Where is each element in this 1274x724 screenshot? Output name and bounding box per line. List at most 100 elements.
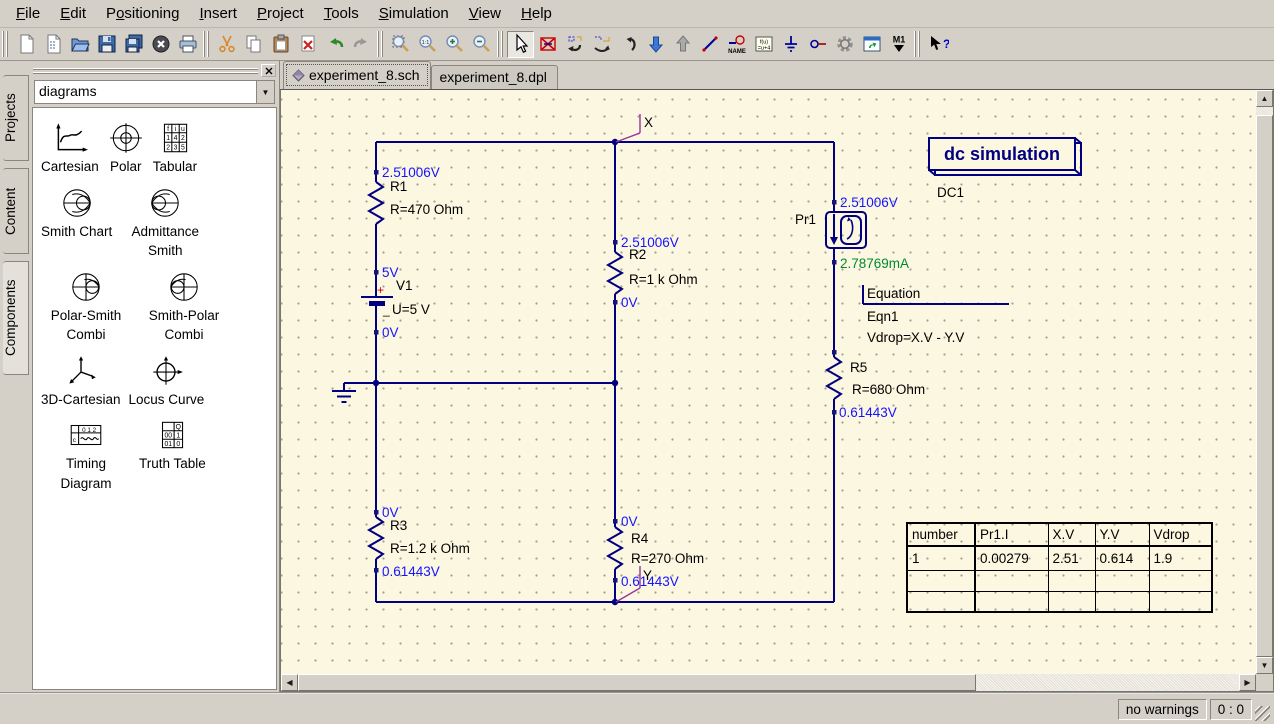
- current-probe-Pr1[interactable]: Pr1 2.51006V 2.78769mA: [795, 195, 909, 271]
- diagram-item-timing-diagram[interactable]: 0 1 2cTiming Diagram: [41, 418, 131, 493]
- resistor-R4[interactable]: 0V R4 R=270 Ohm 0.61443V: [608, 514, 704, 589]
- close-document-button[interactable]: [147, 31, 174, 58]
- copy-icon: [243, 33, 265, 55]
- scroll-up-icon[interactable]: ▲: [1256, 90, 1273, 107]
- resistor-R2[interactable]: 2.51006V R2 R=1 k Ohm 0V: [608, 235, 698, 310]
- horizontal-scrollbar[interactable]: ◀ ▶: [281, 674, 1256, 691]
- save-all-button[interactable]: [120, 31, 147, 58]
- chevron-down-icon[interactable]: ▼: [256, 81, 274, 103]
- results-cell: [1048, 570, 1095, 591]
- delete-button[interactable]: [294, 31, 321, 58]
- new-file-button[interactable]: [12, 31, 39, 58]
- mirror-about-y-button[interactable]: [615, 31, 642, 58]
- diagram-item-smith-polar-combi[interactable]: Smith-Polar Combi: [139, 270, 229, 345]
- diagram-item-polar[interactable]: Polar: [107, 121, 145, 177]
- insert-wire-label-button[interactable]: NAME: [723, 31, 750, 58]
- diagram-item-admittance-smith[interactable]: Admittance Smith: [120, 186, 210, 261]
- horizontal-scroll-thumb[interactable]: [298, 674, 976, 691]
- menu-tools[interactable]: Tools: [314, 2, 369, 25]
- menu-view[interactable]: View: [459, 2, 511, 25]
- zoom-fit-icon: [390, 33, 412, 55]
- deactivate-component-button[interactable]: [534, 31, 561, 58]
- menu-file[interactable]: File: [6, 2, 50, 25]
- results-table[interactable]: numberPr1.IX.VY.VVdrop 10.002792.510.614…: [906, 522, 1213, 613]
- equation-block[interactable]: Equation Eqn1 Vdrop=X.V - Y.V: [863, 285, 1009, 345]
- rotate-ccw-button[interactable]: [561, 31, 588, 58]
- sidebar-drag-handle[interactable]: [32, 63, 277, 78]
- menu-simulation[interactable]: Simulation: [369, 2, 459, 25]
- insert-equation-button[interactable]: f(u)=u+4: [750, 31, 777, 58]
- document-tab-dpl[interactable]: experiment_8.dpl: [431, 65, 558, 89]
- resize-grip[interactable]: [1255, 706, 1270, 721]
- component-value: R=470 Ohm: [390, 202, 463, 217]
- diagram-item-locus-curve[interactable]: Locus Curve: [129, 354, 205, 410]
- insert-port-button[interactable]: [804, 31, 831, 58]
- view-data-display-button[interactable]: [858, 31, 885, 58]
- pop-out-of-subcircuit-button[interactable]: [669, 31, 696, 58]
- print-button[interactable]: [174, 31, 201, 58]
- save-button[interactable]: [93, 31, 120, 58]
- menu-help[interactable]: Help: [511, 2, 562, 25]
- insert-ground-button[interactable]: [777, 31, 804, 58]
- new-text-document-button[interactable]: [39, 31, 66, 58]
- toolbar-section-handle[interactable]: [2, 31, 9, 57]
- zoom-out-button[interactable]: [468, 31, 495, 58]
- diagram-item-polar-smith-combi[interactable]: Polar-Smith Combi: [41, 270, 131, 345]
- select-pointer-button[interactable]: [507, 31, 534, 58]
- diagram-item-cartesian[interactable]: Cartesian: [41, 121, 99, 177]
- resistor-R1[interactable]: 2.51006V R1 R=470 Ohm: [369, 165, 463, 224]
- menu-project[interactable]: Project: [247, 2, 314, 25]
- push-into-subcircuit-button[interactable]: [642, 31, 669, 58]
- zoom-fit-button[interactable]: [387, 31, 414, 58]
- diagram-item-smith-chart[interactable]: Smith Chart: [41, 186, 112, 242]
- cut-button[interactable]: [213, 31, 240, 58]
- menu-insert[interactable]: Insert: [189, 2, 247, 25]
- whats-this-help-button[interactable]: ?: [924, 31, 951, 58]
- component-name: R3: [390, 518, 407, 533]
- document-tab-sch[interactable]: experiment_8.sch: [283, 61, 431, 89]
- toolbar-section-handle[interactable]: [914, 31, 921, 57]
- results-cell: [1149, 570, 1212, 591]
- svg-text:3: 3: [174, 145, 178, 152]
- undo-button[interactable]: [321, 31, 348, 58]
- svg-text:00: 00: [165, 433, 173, 440]
- zoom-in-button[interactable]: [441, 31, 468, 58]
- redo-button[interactable]: [348, 31, 375, 58]
- vertical-scrollbar[interactable]: ▲ ▼: [1256, 90, 1273, 674]
- simulate-button[interactable]: [831, 31, 858, 58]
- zoom-1-1-button[interactable]: 1:1: [414, 31, 441, 58]
- sidebar-tab-components[interactable]: Components: [3, 261, 29, 375]
- set-marker-button[interactable]: M1: [885, 31, 912, 58]
- resistor-R5[interactable]: R5 R=680 Ohm 0.61443V: [827, 357, 925, 420]
- toolbar-section-handle[interactable]: [203, 31, 210, 57]
- diagram-item-tabular[interactable]: fiu142235Tabular: [153, 121, 197, 177]
- toolbar-section-handle[interactable]: [497, 31, 504, 57]
- insert-wire-button[interactable]: [696, 31, 723, 58]
- diagram-item-3d-cartesian[interactable]: 3D-Cartesian: [41, 354, 121, 410]
- diagram-item-truth-table[interactable]: Q001010Truth Table: [139, 418, 206, 474]
- mirror-about-x-button[interactable]: [588, 31, 615, 58]
- sidebar-close-button[interactable]: [261, 64, 276, 77]
- menu-positioning[interactable]: Positioning: [96, 2, 189, 25]
- scroll-left-icon[interactable]: ◀: [281, 674, 298, 691]
- scroll-right-icon[interactable]: ▶: [1239, 674, 1256, 691]
- schematic-viewport[interactable]: 2.51006V R1 R=470 Ohm 5V + _ V1 U=5 V 0V: [281, 90, 1256, 674]
- menu-edit[interactable]: Edit: [50, 2, 96, 25]
- sidebar-tab-content[interactable]: Content: [3, 168, 29, 254]
- open-file-button[interactable]: [66, 31, 93, 58]
- node-label-X[interactable]: X: [616, 114, 653, 142]
- component-name: R4: [631, 531, 649, 546]
- sidebar-tab-projects[interactable]: Projects: [3, 75, 29, 161]
- vertical-scroll-thumb[interactable]: [1256, 115, 1273, 657]
- dc-simulation-block[interactable]: dc simulation DC1: [929, 138, 1081, 200]
- plus-sign: +: [377, 283, 384, 297]
- component-category-select[interactable]: diagrams ▼: [34, 80, 275, 104]
- component-category-value: diagrams: [35, 81, 256, 103]
- paste-button[interactable]: [267, 31, 294, 58]
- copy-button[interactable]: [240, 31, 267, 58]
- toolbar-section-handle[interactable]: [377, 31, 384, 57]
- resistor-R3[interactable]: 0V R3 R=1.2 k Ohm 0.61443V: [369, 505, 470, 579]
- voltage-source-V1[interactable]: 5V + _ V1 U=5 V 0V: [361, 265, 430, 340]
- scroll-down-icon[interactable]: ▼: [1256, 657, 1273, 674]
- ground-symbol[interactable]: [332, 383, 356, 402]
